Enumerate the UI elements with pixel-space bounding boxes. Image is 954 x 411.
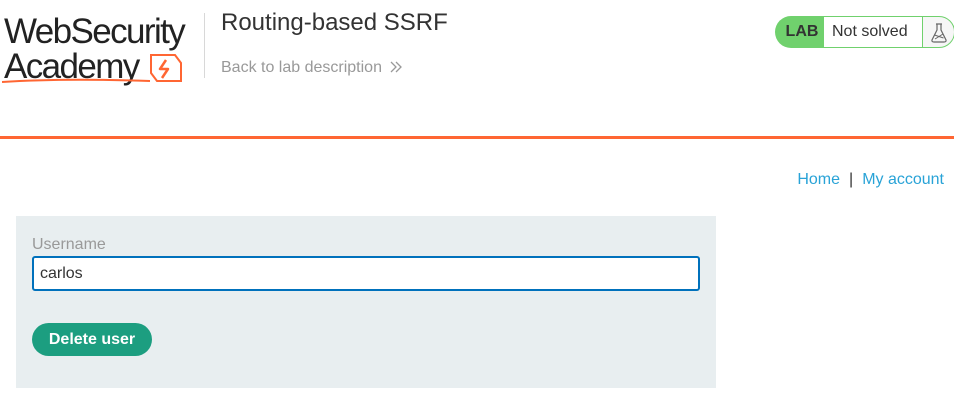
- header: WebSecurity Academy Routing-based SSRF B…: [0, 0, 954, 139]
- logo-underline: [2, 78, 151, 83]
- username-label: Username: [32, 236, 106, 253]
- header-divider: [204, 13, 205, 78]
- delete-user-button[interactable]: Delete user: [32, 323, 152, 356]
- nav-separator: |: [849, 171, 854, 188]
- websecurity-academy-logo[interactable]: WebSecurity Academy: [2, 10, 202, 90]
- username-input[interactable]: [32, 256, 700, 291]
- back-to-lab-description-link[interactable]: Back to lab description: [221, 59, 382, 77]
- top-nav: Home | My account: [797, 171, 944, 189]
- lab-status-text: Not solved: [824, 16, 924, 48]
- lab-badge: LAB: [775, 16, 827, 48]
- chevron-double-right-icon: [390, 61, 402, 73]
- logo-line1: WebSecurity: [4, 12, 186, 51]
- my-account-link[interactable]: My account: [862, 171, 944, 188]
- lab-title: Routing-based SSRF: [221, 9, 448, 36]
- header-orange-rule: [0, 136, 954, 139]
- lab-status-widget: LAB Not solved: [775, 16, 954, 48]
- lab-status-flask: [922, 16, 954, 48]
- delete-user-form: Username Delete user: [16, 216, 716, 388]
- home-link[interactable]: Home: [797, 171, 840, 188]
- flask-icon: [931, 23, 947, 43]
